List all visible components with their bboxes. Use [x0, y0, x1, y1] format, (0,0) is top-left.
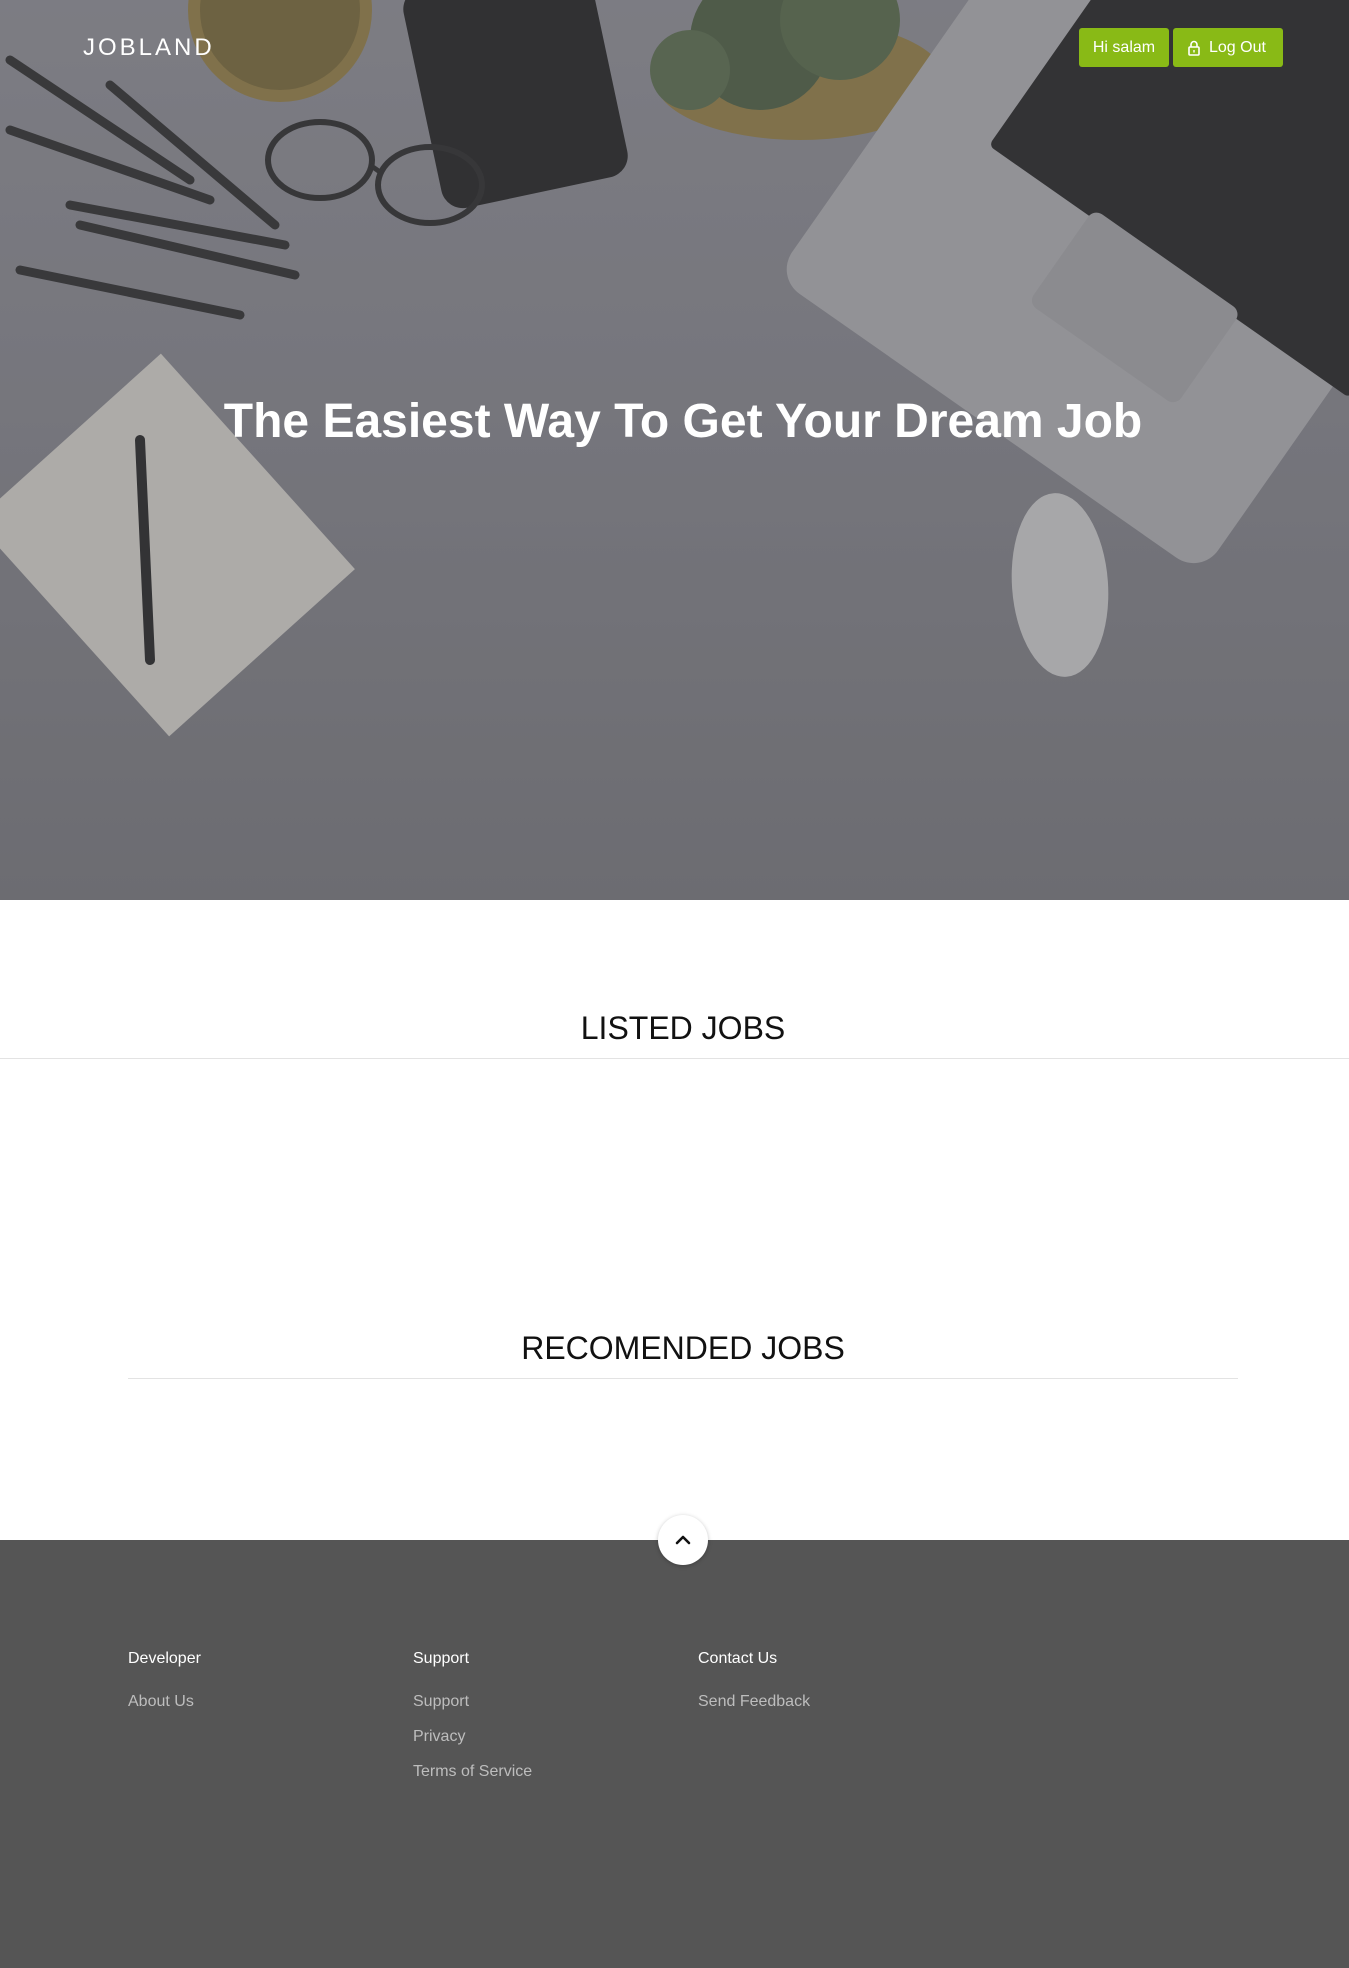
listed-jobs-divider — [0, 1058, 1349, 1059]
chevron-up-icon — [675, 1535, 691, 1545]
logout-button[interactable]: Log Out — [1173, 28, 1283, 67]
footer — [0, 1540, 1349, 1968]
footer-heading-developer: Developer — [128, 1650, 201, 1667]
hero-background-image — [0, 0, 1349, 900]
listed-jobs-heading: LISTED JOBS — [580, 1010, 786, 1046]
footer-link-send-feedback[interactable]: Send Feedback — [698, 1692, 810, 1727]
scroll-to-top-button[interactable] — [658, 1515, 708, 1565]
footer-link-terms[interactable]: Terms of Service — [413, 1762, 532, 1797]
footer-link-about-us[interactable]: About Us — [128, 1692, 201, 1727]
footer-heading-support: Support — [413, 1650, 470, 1667]
footer-column-support: Support Support Privacy Terms of Service — [413, 1650, 532, 1797]
hero-banner: JOBLAND Hi salam Log Out The Easiest Way… — [0, 0, 1349, 900]
footer-heading-contact: Contact Us — [698, 1650, 778, 1667]
hero-title: The Easiest Way To Get Your Dream Job — [223, 395, 1143, 448]
logout-label: Log Out — [1209, 38, 1266, 56]
footer-column-contact: Contact Us Send Feedback — [698, 1650, 810, 1727]
footer-column-developer: Developer About Us — [128, 1650, 201, 1727]
greeting-button[interactable]: Hi salam — [1079, 28, 1169, 67]
recommended-jobs-heading: RECOMENDED JOBS — [521, 1330, 845, 1366]
recommended-jobs-divider — [128, 1378, 1238, 1379]
header-actions: Hi salam Log Out — [1079, 28, 1283, 67]
lock-icon — [1187, 40, 1201, 56]
footer-link-support[interactable]: Support — [413, 1692, 532, 1727]
brand-logo[interactable]: JOBLAND — [83, 34, 215, 62]
footer-link-privacy[interactable]: Privacy — [413, 1727, 532, 1762]
